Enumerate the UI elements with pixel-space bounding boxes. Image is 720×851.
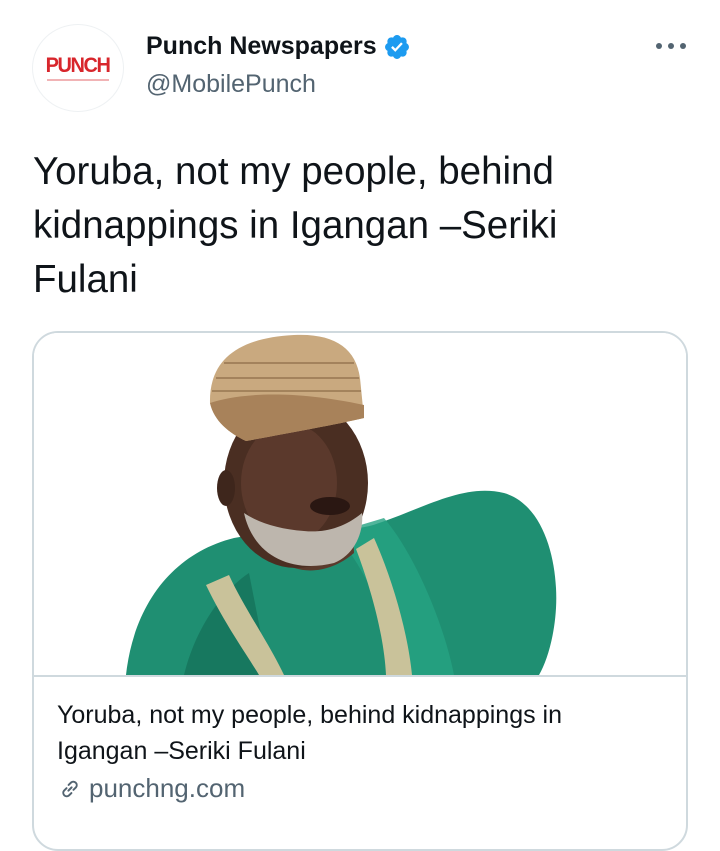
logo-tagline-bar (47, 79, 109, 81)
verified-badge-icon (384, 34, 409, 59)
dot (656, 43, 662, 49)
author-handle[interactable]: @MobilePunch (146, 70, 316, 99)
link-preview-card[interactable]: Yoruba, not my people, behind kidnapping… (32, 331, 688, 851)
link-icon (62, 780, 78, 797)
card-title[interactable]: Yoruba, not my people, behind kidnapping… (57, 697, 647, 769)
punch-logo: PUNCH (46, 54, 111, 77)
avatar[interactable]: PUNCH (32, 24, 124, 112)
card-image[interactable] (34, 333, 686, 675)
card-photo (34, 333, 686, 675)
tweet-text: Yoruba, not my people, behind kidnapping… (33, 150, 558, 301)
dot (680, 43, 686, 49)
author-name[interactable]: Punch Newspapers (146, 32, 377, 61)
card-divider (34, 675, 686, 677)
more-horizontal-icon[interactable] (656, 36, 686, 56)
card-domain[interactable]: punchng.com (57, 773, 245, 804)
card-domain-text: punchng.com (89, 773, 246, 803)
author-name-row: Punch Newspapers (146, 32, 411, 61)
dot (668, 43, 674, 49)
